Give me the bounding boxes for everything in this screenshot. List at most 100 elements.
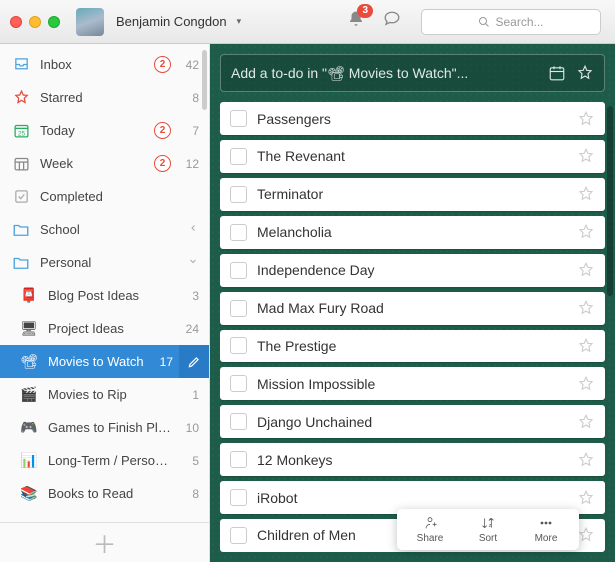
todo-item[interactable]: Mad Max Fury Road	[220, 292, 605, 325]
star-icon[interactable]	[577, 337, 595, 355]
sort-icon: AZ	[479, 515, 497, 531]
todo-item[interactable]: Mission Impossible	[220, 367, 605, 400]
list-label: Project Ideas	[48, 321, 171, 336]
star-icon[interactable]	[577, 526, 595, 544]
list-item[interactable]: 📚Books to Read8	[0, 477, 209, 510]
add-list-button[interactable]: ＋	[0, 522, 209, 562]
checkbox[interactable]	[230, 186, 247, 203]
star-icon[interactable]	[577, 451, 595, 469]
add-todo-placeholder: Add a to-do in "📽 Movies to Watch"...	[231, 65, 538, 82]
completed-icon	[12, 188, 30, 206]
activity-button[interactable]	[383, 10, 401, 33]
notifications-button[interactable]: 3	[347, 10, 365, 33]
sort-label: Sort	[479, 533, 497, 544]
smart-list-week[interactable]: Week212	[0, 147, 209, 180]
list-label: Movies to Watch	[48, 354, 145, 369]
star-icon[interactable]	[577, 375, 595, 393]
edit-list-button[interactable]	[179, 345, 209, 378]
minimize-window-button[interactable]	[29, 16, 41, 28]
count-label: 8	[181, 91, 199, 105]
share-button[interactable]: Share	[401, 515, 459, 544]
star-icon[interactable]	[577, 413, 595, 431]
todo-title: Passengers	[257, 111, 567, 127]
star-icon[interactable]	[577, 110, 595, 128]
search-input[interactable]: Search...	[421, 9, 601, 35]
list-item[interactable]: 📮Blog Post Ideas3	[0, 279, 209, 312]
star-icon[interactable]	[577, 185, 595, 203]
checkbox[interactable]	[230, 224, 247, 241]
smart-list-today[interactable]: 25Today27	[0, 114, 209, 147]
svg-text:25: 25	[17, 130, 25, 137]
sort-button[interactable]: AZ Sort	[459, 515, 517, 544]
list-emoji-icon: 🖥	[20, 320, 38, 338]
username-label[interactable]: Benjamin Congdon	[116, 14, 227, 29]
todo-item[interactable]: Passengers	[220, 102, 605, 135]
todo-item[interactable]: Django Unchained	[220, 405, 605, 438]
checkbox[interactable]	[230, 413, 247, 430]
list-item[interactable]: 🎮Games to Finish Playing10	[0, 411, 209, 444]
sidebar-scrollbar[interactable]	[202, 50, 207, 110]
week-icon	[12, 155, 30, 173]
more-icon	[537, 515, 555, 531]
todo-item[interactable]: Independence Day	[220, 254, 605, 287]
smart-list-inbox[interactable]: Inbox242	[0, 48, 209, 81]
add-todo-input[interactable]: Add a to-do in "📽 Movies to Watch"...	[220, 54, 605, 92]
star-icon[interactable]	[576, 64, 594, 82]
checkbox[interactable]	[230, 451, 247, 468]
count-label: 1	[181, 388, 199, 402]
todo-title: Independence Day	[257, 262, 567, 278]
folder-personal[interactable]: Personal	[0, 246, 209, 279]
svg-text:Z: Z	[489, 523, 492, 528]
folder-icon	[12, 254, 30, 272]
list-emoji-icon: 📮	[20, 287, 38, 305]
todo-item[interactable]: Melancholia	[220, 216, 605, 249]
todo-item[interactable]: The Revenant	[220, 140, 605, 173]
chevron-icon	[187, 222, 199, 237]
badge: 2	[154, 122, 171, 139]
checkbox[interactable]	[230, 337, 247, 354]
list-emoji-icon: 📚	[20, 485, 38, 503]
inbox-icon	[12, 56, 30, 74]
more-button[interactable]: More	[517, 515, 575, 544]
count-label: 7	[181, 124, 199, 138]
star-icon[interactable]	[577, 299, 595, 317]
folder-school[interactable]: School	[0, 213, 209, 246]
checkbox[interactable]	[230, 262, 247, 279]
smart-list-completed[interactable]: Completed	[0, 180, 209, 213]
folder-icon	[12, 221, 30, 239]
star-icon[interactable]	[577, 223, 595, 241]
checkbox[interactable]	[230, 489, 247, 506]
speech-bubble-icon	[383, 10, 401, 28]
content-scrollbar[interactable]	[607, 106, 613, 296]
todo-item[interactable]: The Prestige	[220, 330, 605, 363]
count-label: 17	[155, 355, 173, 369]
avatar[interactable]	[76, 8, 104, 36]
checkbox[interactable]	[230, 300, 247, 317]
zoom-window-button[interactable]	[48, 16, 60, 28]
list-item[interactable]: 📊Long-Term / Personal...5	[0, 444, 209, 477]
todo-title: Mission Impossible	[257, 376, 567, 392]
todo-title: iRobot	[257, 490, 567, 506]
search-placeholder: Search...	[495, 15, 543, 29]
checkbox[interactable]	[230, 110, 247, 127]
checkbox[interactable]	[230, 527, 247, 544]
list-item[interactable]: 🎬Movies to Rip1	[0, 378, 209, 411]
todo-title: The Revenant	[257, 148, 567, 164]
calendar-icon[interactable]	[548, 64, 566, 82]
todo-item[interactable]: Terminator	[220, 178, 605, 211]
star-icon[interactable]	[577, 489, 595, 507]
list-emoji-icon: 🎬	[20, 386, 38, 404]
smart-list-star[interactable]: Starred8	[0, 81, 209, 114]
checkbox[interactable]	[230, 375, 247, 392]
star-icon[interactable]	[577, 147, 595, 165]
list-item-active[interactable]: 📽Movies to Watch17	[0, 345, 179, 378]
todo-item[interactable]: 12 Monkeys	[220, 443, 605, 476]
window-titlebar: Benjamin Congdon ▾ 3 Search...	[0, 0, 615, 44]
list-item[interactable]: 🖥Project Ideas24	[0, 312, 209, 345]
smart-list-label: Week	[40, 156, 144, 171]
checkbox[interactable]	[230, 148, 247, 165]
chevron-down-icon[interactable]: ▾	[237, 16, 242, 27]
star-icon[interactable]	[577, 261, 595, 279]
close-window-button[interactable]	[10, 16, 22, 28]
pencil-icon	[187, 355, 201, 369]
